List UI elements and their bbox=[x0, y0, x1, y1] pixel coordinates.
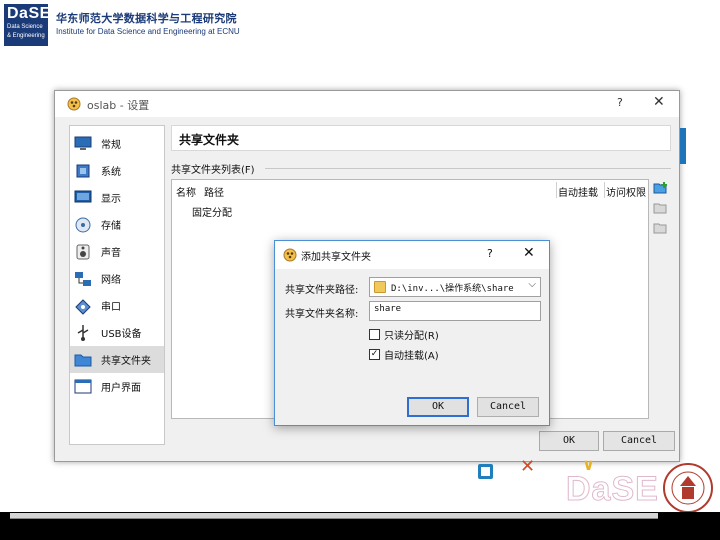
serial-port-icon bbox=[74, 297, 92, 315]
automount-checkbox[interactable]: ✓ 自动挂载(A) bbox=[369, 347, 439, 362]
sidebar-item-label: 存储 bbox=[101, 221, 121, 232]
sidebar-item-label: 网络 bbox=[101, 275, 121, 286]
table-row[interactable]: 固定分配 bbox=[192, 204, 232, 219]
bottom-strip bbox=[10, 513, 658, 519]
display-icon bbox=[74, 189, 92, 207]
settings-window-title: oslab - 设置 bbox=[87, 99, 150, 112]
sidebar-item-display[interactable]: 显示 bbox=[70, 184, 164, 211]
sidebar-item-serial-port[interactable]: 串口 bbox=[70, 292, 164, 319]
edit-folder-icon[interactable] bbox=[653, 201, 669, 215]
institute-name-en: Institute for Data Science and Engineeri… bbox=[56, 27, 240, 36]
column-header-access[interactable]: 访问权限 bbox=[606, 184, 646, 199]
sidebar-item-label: 共享文件夹 bbox=[101, 356, 151, 367]
dialog-title: 添加共享文件夹 bbox=[301, 252, 371, 263]
checkbox-box[interactable] bbox=[369, 329, 380, 340]
virtualbox-app-icon bbox=[283, 248, 297, 262]
settings-titlebar: oslab - 设置 ? ✕ bbox=[55, 91, 679, 117]
chevron-down-icon[interactable]: ⌵ bbox=[528, 279, 536, 290]
decorative-x-mark: ✕ bbox=[520, 456, 536, 477]
cancel-button[interactable]: Cancel bbox=[603, 431, 675, 451]
sidebar-item-label: 常规 bbox=[101, 140, 121, 151]
sidebar-item-user-interface[interactable]: 用户界面 bbox=[70, 373, 164, 400]
sidebar-item-label: 串口 bbox=[101, 302, 121, 313]
readonly-checkbox[interactable]: 只读分配(R) bbox=[369, 327, 439, 342]
ok-button[interactable]: OK bbox=[539, 431, 599, 451]
folder-icon bbox=[74, 351, 92, 369]
sidebar-item-label: 声音 bbox=[101, 248, 121, 259]
column-header-path[interactable]: 路径 bbox=[204, 184, 224, 199]
window-icon bbox=[74, 378, 92, 396]
monitor-icon bbox=[74, 135, 92, 153]
decorative-square bbox=[478, 464, 493, 479]
disk-icon bbox=[74, 216, 92, 234]
university-seal bbox=[663, 463, 713, 513]
sidebar-item-network[interactable]: 网络 bbox=[70, 265, 164, 292]
section-title: 共享文件夹 bbox=[179, 133, 240, 147]
column-header-name[interactable]: 名称 bbox=[176, 184, 196, 199]
virtualbox-app-icon bbox=[67, 97, 81, 111]
folder-name-label: 共享文件夹名称: bbox=[285, 309, 359, 320]
footer-logo: DaSE bbox=[566, 470, 659, 509]
settings-sidebar: 常规 系统 显示 存储 声音 网络 串口 USB设备 共享文件夹 用户界面 bbox=[69, 125, 165, 445]
sidebar-item-storage[interactable]: 存储 bbox=[70, 211, 164, 238]
dialog-titlebar: 添加共享文件夹 ? ✕ bbox=[275, 241, 549, 269]
logo-subtitle-1: Data Science bbox=[7, 24, 43, 30]
column-header-automount[interactable]: 自动挂载 bbox=[558, 184, 598, 199]
folder-path-combobox[interactable]: D:\inv...\操作系统\share ⌵ bbox=[369, 277, 541, 297]
close-button[interactable]: ✕ bbox=[653, 94, 665, 110]
readonly-label: 只读分配(R) bbox=[384, 331, 439, 342]
section-header: 共享文件夹 bbox=[171, 125, 671, 151]
sidebar-item-label: 系统 bbox=[101, 167, 121, 178]
dialog-cancel-button[interactable]: Cancel bbox=[477, 397, 539, 417]
group-divider bbox=[265, 168, 671, 169]
usb-icon bbox=[74, 324, 92, 342]
sidebar-item-label: USB设备 bbox=[101, 329, 142, 340]
folder-path-value: D:\inv...\操作系统\share bbox=[391, 284, 514, 294]
logo-title: DaSE bbox=[7, 5, 51, 22]
dialog-ok-button[interactable]: OK bbox=[407, 397, 469, 417]
sidebar-item-usb[interactable]: USB设备 bbox=[70, 319, 164, 346]
folder-list-label: 共享文件夹列表(F) bbox=[171, 165, 255, 176]
dialog-close-button[interactable]: ✕ bbox=[523, 245, 535, 261]
background-window-edge bbox=[680, 128, 686, 164]
speaker-icon bbox=[74, 243, 92, 261]
checkbox-box-checked[interactable]: ✓ bbox=[369, 349, 380, 360]
folder-icon bbox=[374, 281, 386, 293]
dialog-help-button[interactable]: ? bbox=[487, 247, 493, 260]
sidebar-item-audio[interactable]: 声音 bbox=[70, 238, 164, 265]
logo-subtitle-2: & Engineering bbox=[7, 33, 45, 39]
folder-name-input[interactable]: share bbox=[369, 301, 541, 321]
sidebar-item-label: 用户界面 bbox=[101, 383, 141, 394]
add-folder-icon[interactable] bbox=[653, 181, 669, 195]
sidebar-item-shared-folders[interactable]: 共享文件夹 bbox=[70, 346, 164, 373]
column-separator bbox=[556, 182, 557, 198]
sidebar-item-label: 显示 bbox=[101, 194, 121, 205]
add-shared-folder-dialog: 添加共享文件夹 ? ✕ 共享文件夹路径: D:\inv...\操作系统\shar… bbox=[274, 240, 550, 426]
network-icon bbox=[74, 270, 92, 288]
sidebar-item-general[interactable]: 常规 bbox=[70, 130, 164, 157]
column-separator bbox=[604, 182, 605, 198]
dase-logo: DaSE Data Science & Engineering bbox=[4, 4, 51, 46]
help-button[interactable]: ? bbox=[617, 96, 623, 109]
chip-icon bbox=[74, 162, 92, 180]
institute-name-cn: 华东师范大学数据科学与工程研究院 bbox=[56, 12, 237, 25]
remove-folder-icon[interactable] bbox=[653, 221, 669, 235]
folder-path-label: 共享文件夹路径: bbox=[285, 285, 359, 296]
sidebar-item-system[interactable]: 系统 bbox=[70, 157, 164, 184]
automount-label: 自动挂载(A) bbox=[384, 351, 439, 362]
